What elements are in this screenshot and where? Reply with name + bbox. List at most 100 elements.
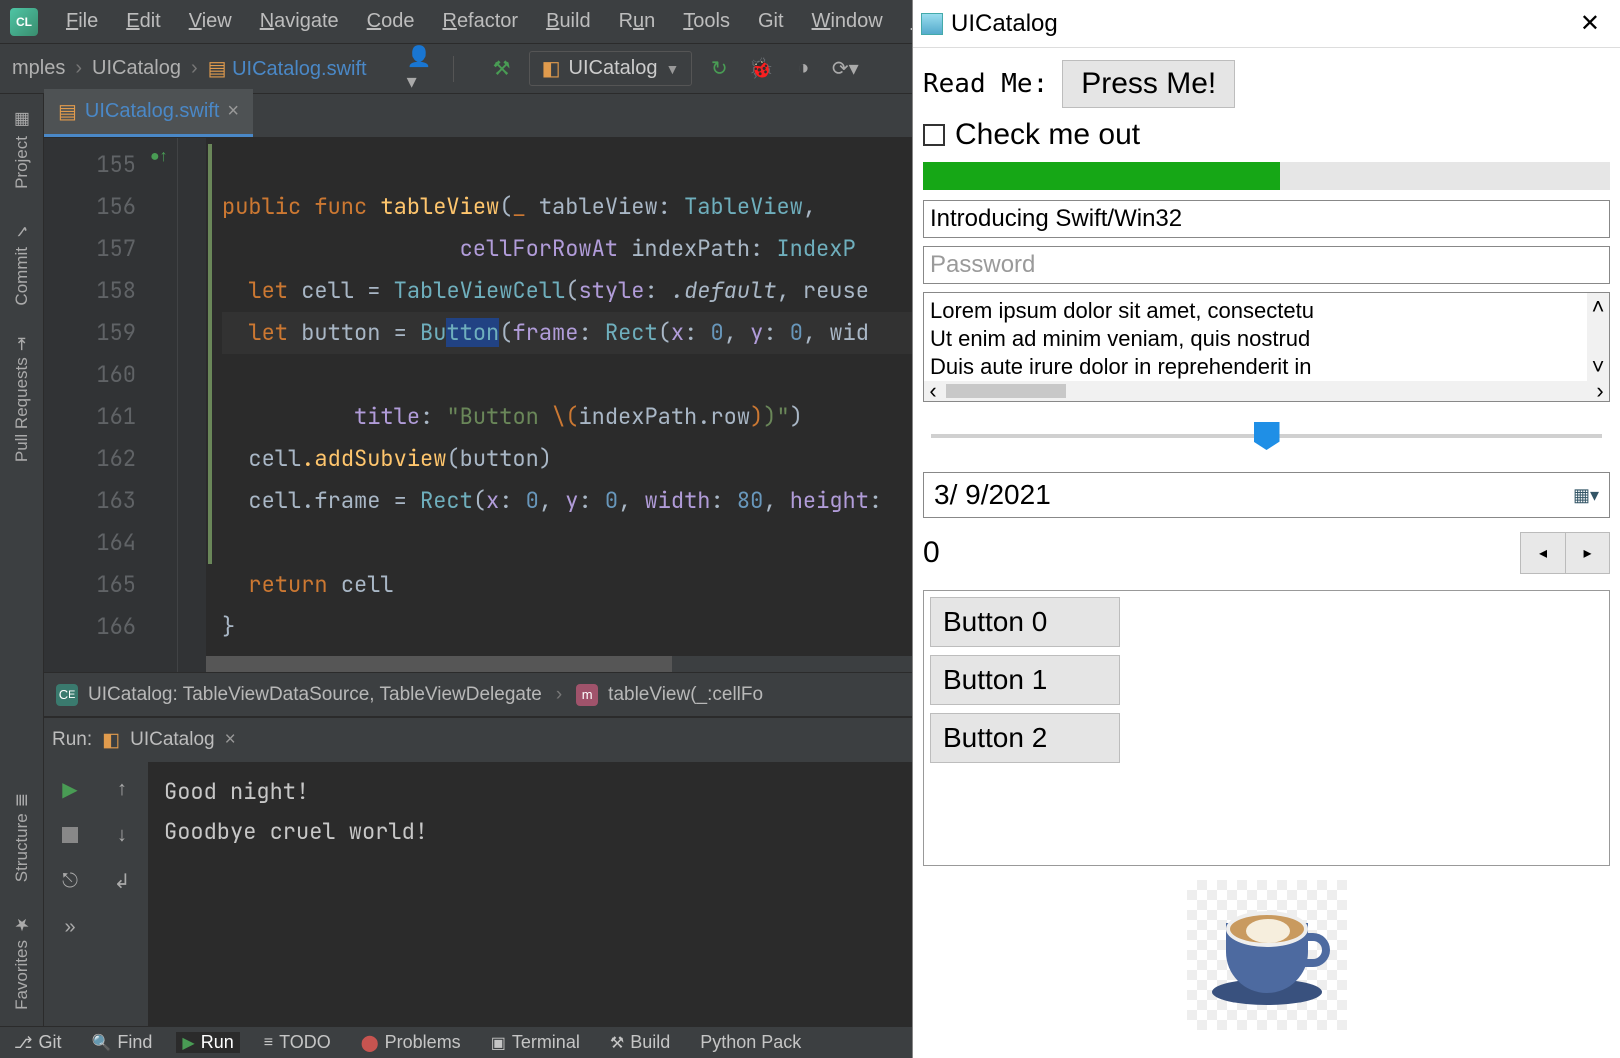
menu-refactor[interactable]: Refactor (428, 4, 532, 39)
run-config-name[interactable]: UICatalog (130, 729, 215, 751)
status-find[interactable]: 🔍Find (85, 1032, 158, 1053)
swift-file-icon: ▤ (58, 99, 77, 124)
profile-icon[interactable]: ⟳▾ (828, 52, 862, 86)
coffee-cup-icon (1212, 905, 1322, 1005)
play-icon: ▶ (182, 1033, 194, 1053)
checkbox-box-icon[interactable] (923, 124, 945, 146)
menu-run[interactable]: Run (605, 4, 670, 39)
code-editor[interactable]: 155156157 158159160 161162163 164165166 … (44, 138, 912, 672)
stepper-down-button[interactable]: ◂ (1521, 533, 1565, 573)
status-build[interactable]: ⚒Build (604, 1032, 676, 1053)
debug-icon[interactable]: 🐞 (744, 52, 778, 86)
nav-breadcrumb: CE UICatalog: TableViewDataSource, Table… (44, 672, 912, 716)
line-gutter: 155156157 158159160 161162163 164165166 (44, 138, 144, 672)
stop-icon[interactable] (53, 818, 87, 852)
chevron-right-icon: › (552, 684, 566, 706)
menu-view[interactable]: View (175, 4, 246, 39)
toolwin-commit[interactable]: Commit ✓ (8, 205, 36, 322)
readme-label: Read Me: (923, 69, 1048, 99)
run-tool-column-2: ↑ ↓ ↲ (96, 762, 148, 1026)
window-close-icon[interactable]: ✕ (1568, 5, 1612, 42)
calendar-icon[interactable]: ▦▾ (1573, 485, 1599, 506)
editor-tabstrip: ▤ UICatalog.swift × (44, 94, 912, 138)
text-view[interactable]: Lorem ipsum dolor sit amet, consectetu U… (923, 292, 1610, 402)
menu-file[interactable]: FFileile (52, 4, 112, 39)
class-icon: CE (56, 684, 78, 706)
run-toolwindow-header: Run: ◧ UICatalog × (44, 718, 912, 762)
status-problems[interactable]: ⬤Problems (355, 1032, 467, 1053)
password-field[interactable]: Password (923, 246, 1610, 284)
status-git[interactable]: ⎇Git (8, 1032, 67, 1053)
win32-titlebar: UICatalog ✕ (913, 0, 1620, 48)
status-run[interactable]: ▶Run (176, 1032, 239, 1053)
status-terminal[interactable]: ▣Terminal (485, 1032, 586, 1053)
table-button-0[interactable]: Button 0 (930, 597, 1120, 647)
breadcrumb-root[interactable]: mples (6, 57, 71, 80)
status-python-packages[interactable]: Python Pack (694, 1032, 807, 1053)
checkbox-label: Check me out (955, 118, 1140, 152)
rerun-icon[interactable]: ▶ (53, 772, 87, 806)
breadcrumb-file[interactable]: ▤ UICatalog.swift (202, 56, 373, 81)
text-field[interactable]: Introducing Swift/Win32 (923, 200, 1610, 238)
user-icon[interactable]: 👤▾ (407, 52, 441, 86)
toolwin-structure[interactable]: Structure ≣ (8, 777, 36, 898)
toolwin-pull-requests[interactable]: Pull Requests ⇥ (8, 321, 36, 478)
status-todo[interactable]: ≡TODO (258, 1032, 337, 1053)
run-toolwindow: ▶ ⎋ » ↑ ↓ ↲ Good night! Goodbye cruel wo… (44, 762, 912, 1026)
table-view[interactable]: Button 0 Button 1 Button 2 (923, 590, 1610, 866)
hammer-build-icon[interactable]: ⚒ (485, 52, 519, 86)
menu-git[interactable]: Git (744, 4, 798, 39)
press-me-button[interactable]: Press Me! (1062, 60, 1235, 108)
run-icon[interactable]: ↻ (702, 52, 736, 86)
toolwin-project[interactable]: Project ▦ (8, 94, 36, 205)
coverage-icon[interactable]: ◑ (786, 52, 820, 86)
list-icon: ≡ (264, 1034, 273, 1052)
menu-window[interactable]: Window (798, 4, 897, 39)
nav-method[interactable]: tableView(_:cellFo (608, 684, 763, 706)
stepper-value: 0 (923, 536, 940, 570)
cube-icon: ◧ (102, 729, 120, 752)
progress-fill (923, 162, 1280, 190)
warning-icon: ⬤ (361, 1033, 379, 1053)
cube-icon: ◧ (542, 56, 561, 81)
date-picker[interactable]: 3/ 9/2021 ▦▾ (923, 472, 1610, 518)
textview-vscrollbar[interactable]: ˄˅ (1587, 293, 1609, 381)
editor-hscrollbar[interactable] (206, 656, 912, 672)
close-icon[interactable]: × (227, 100, 239, 123)
run-gutter-icon[interactable]: ●↑ (150, 148, 168, 166)
swift-file-icon: ▤ (208, 58, 227, 80)
editor-tab[interactable]: ▤ UICatalog.swift × (44, 89, 253, 137)
stepper: ◂ ▸ (1520, 532, 1610, 574)
slider[interactable] (923, 416, 1610, 456)
check-me-out-checkbox[interactable]: Check me out (923, 118, 1610, 152)
nav-class[interactable]: UICatalog: TableViewDataSource, TableVie… (88, 684, 542, 706)
hammer-icon: ⚒ (610, 1033, 624, 1053)
menu-navigate[interactable]: Navigate (246, 4, 353, 39)
menu-tools[interactable]: Tools (669, 4, 744, 39)
softwrap-icon[interactable]: ↲ (105, 864, 139, 898)
table-button-1[interactable]: Button 1 (930, 655, 1120, 705)
chevron-down-icon: ▼ (665, 61, 679, 77)
menu-build[interactable]: Build (532, 4, 604, 39)
slider-thumb[interactable] (1254, 422, 1280, 450)
stepper-up-button[interactable]: ▸ (1565, 533, 1609, 573)
run-console[interactable]: Good night! Goodbye cruel world! (148, 762, 912, 1026)
breadcrumb-project[interactable]: UICatalog (86, 57, 187, 80)
up-icon[interactable]: ↑ (105, 772, 139, 806)
exit-icon[interactable]: ⎋ (53, 864, 87, 898)
menu-edit[interactable]: Edit (112, 4, 174, 39)
down-icon[interactable]: ↓ (105, 818, 139, 852)
run-config-selector[interactable]: ◧ UICatalog ▼ (529, 51, 693, 86)
table-button-2[interactable]: Button 2 (930, 713, 1120, 763)
menu-code[interactable]: Code (353, 4, 429, 39)
fold-gutter (178, 138, 206, 672)
code-text[interactable]: public func tableView(_ tableView: Table… (206, 138, 912, 672)
more-icon[interactable]: » (53, 910, 87, 944)
run-label: Run: (52, 729, 92, 751)
close-icon[interactable]: × (225, 729, 236, 751)
textview-hscrollbar[interactable]: ‹› (924, 381, 1609, 401)
toolbar-separator (453, 56, 473, 82)
toolwin-favorites[interactable]: Favorites ★ (8, 898, 36, 1026)
progress-bar (923, 162, 1610, 190)
date-value: 3/ 9/2021 (934, 479, 1051, 511)
